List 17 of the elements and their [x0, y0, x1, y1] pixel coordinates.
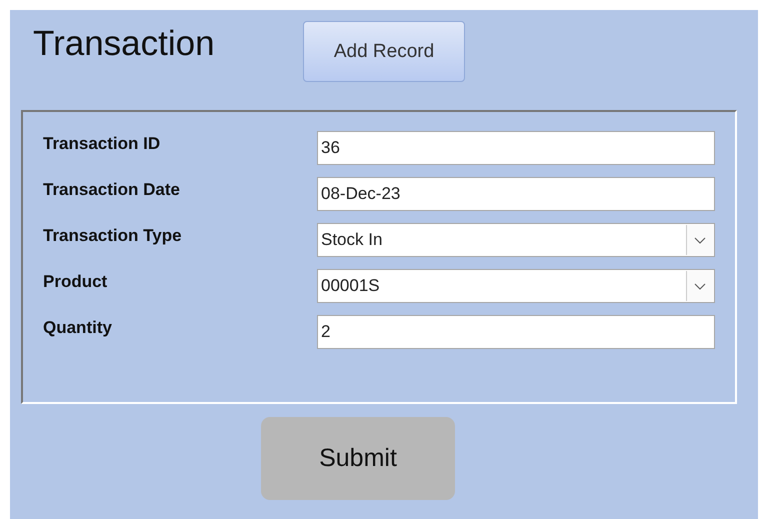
- dropdown-field[interactable]: 00001S: [317, 269, 715, 303]
- input-field[interactable]: 36: [317, 131, 715, 165]
- form-title: Transaction: [33, 24, 216, 64]
- field-label: Transaction Type: [43, 226, 183, 246]
- chevron-down-icon: [694, 282, 706, 290]
- dropdown-button[interactable]: [686, 225, 713, 255]
- add-record-button[interactable]: Add Record: [303, 21, 465, 82]
- field-label: Transaction Date: [43, 180, 181, 200]
- field-label: Transaction ID: [43, 134, 162, 154]
- chevron-down-icon: [694, 236, 706, 244]
- field-label: Product: [43, 272, 108, 292]
- field-label: Quantity: [43, 318, 113, 338]
- dropdown-button[interactable]: [686, 271, 713, 301]
- submit-button[interactable]: Submit: [261, 417, 455, 500]
- dropdown-field[interactable]: Stock In: [317, 223, 715, 257]
- input-field[interactable]: 2: [317, 315, 715, 349]
- input-field[interactable]: 08-Dec-23: [317, 177, 715, 211]
